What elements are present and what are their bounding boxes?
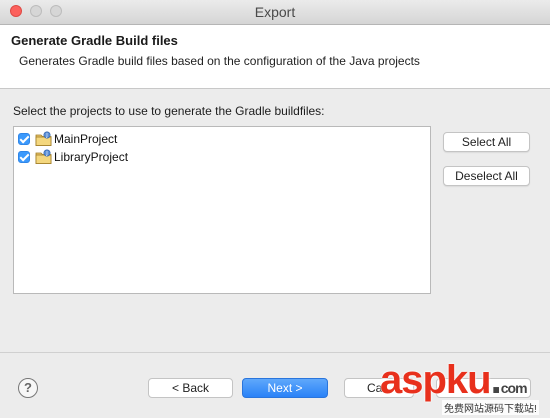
java-project-icon: J <box>35 149 52 164</box>
help-icon[interactable]: ? <box>18 378 38 398</box>
list-item-library-project[interactable]: J LibraryProject <box>18 149 128 165</box>
project-label: MainProject <box>54 132 118 146</box>
deselect-all-button[interactable]: Deselect All <box>443 166 530 186</box>
back-button[interactable]: < Back <box>148 378 233 398</box>
svg-text:J: J <box>45 133 47 139</box>
wizard-title: Generate Gradle Build files <box>11 33 178 48</box>
wizard-description: Generates Gradle build files based on th… <box>19 54 420 68</box>
title-bar: Export <box>0 0 550 25</box>
instruction-label: Select the projects to use to generate t… <box>13 104 325 118</box>
list-item-main-project[interactable]: J MainProject <box>18 131 117 147</box>
svg-text:J: J <box>45 151 47 157</box>
checkbox-main-project[interactable] <box>18 133 30 145</box>
checkbox-library-project[interactable] <box>18 151 30 163</box>
project-label: LibraryProject <box>54 150 129 164</box>
select-all-button[interactable]: Select All <box>443 132 530 152</box>
cancel-button[interactable]: Ca <box>344 378 414 398</box>
finish-button[interactable] <box>436 378 531 398</box>
wizard-banner: Generate Gradle Build files Generates Gr… <box>0 25 550 89</box>
footer-divider <box>0 352 550 353</box>
project-list[interactable]: J MainProject J LibraryProject <box>13 126 431 294</box>
watermark-subtitle: 免费网站源码下载站! <box>442 400 539 415</box>
next-button[interactable]: Next > <box>242 378 328 398</box>
java-project-icon: J <box>35 131 52 146</box>
window-title: Export <box>254 4 296 20</box>
